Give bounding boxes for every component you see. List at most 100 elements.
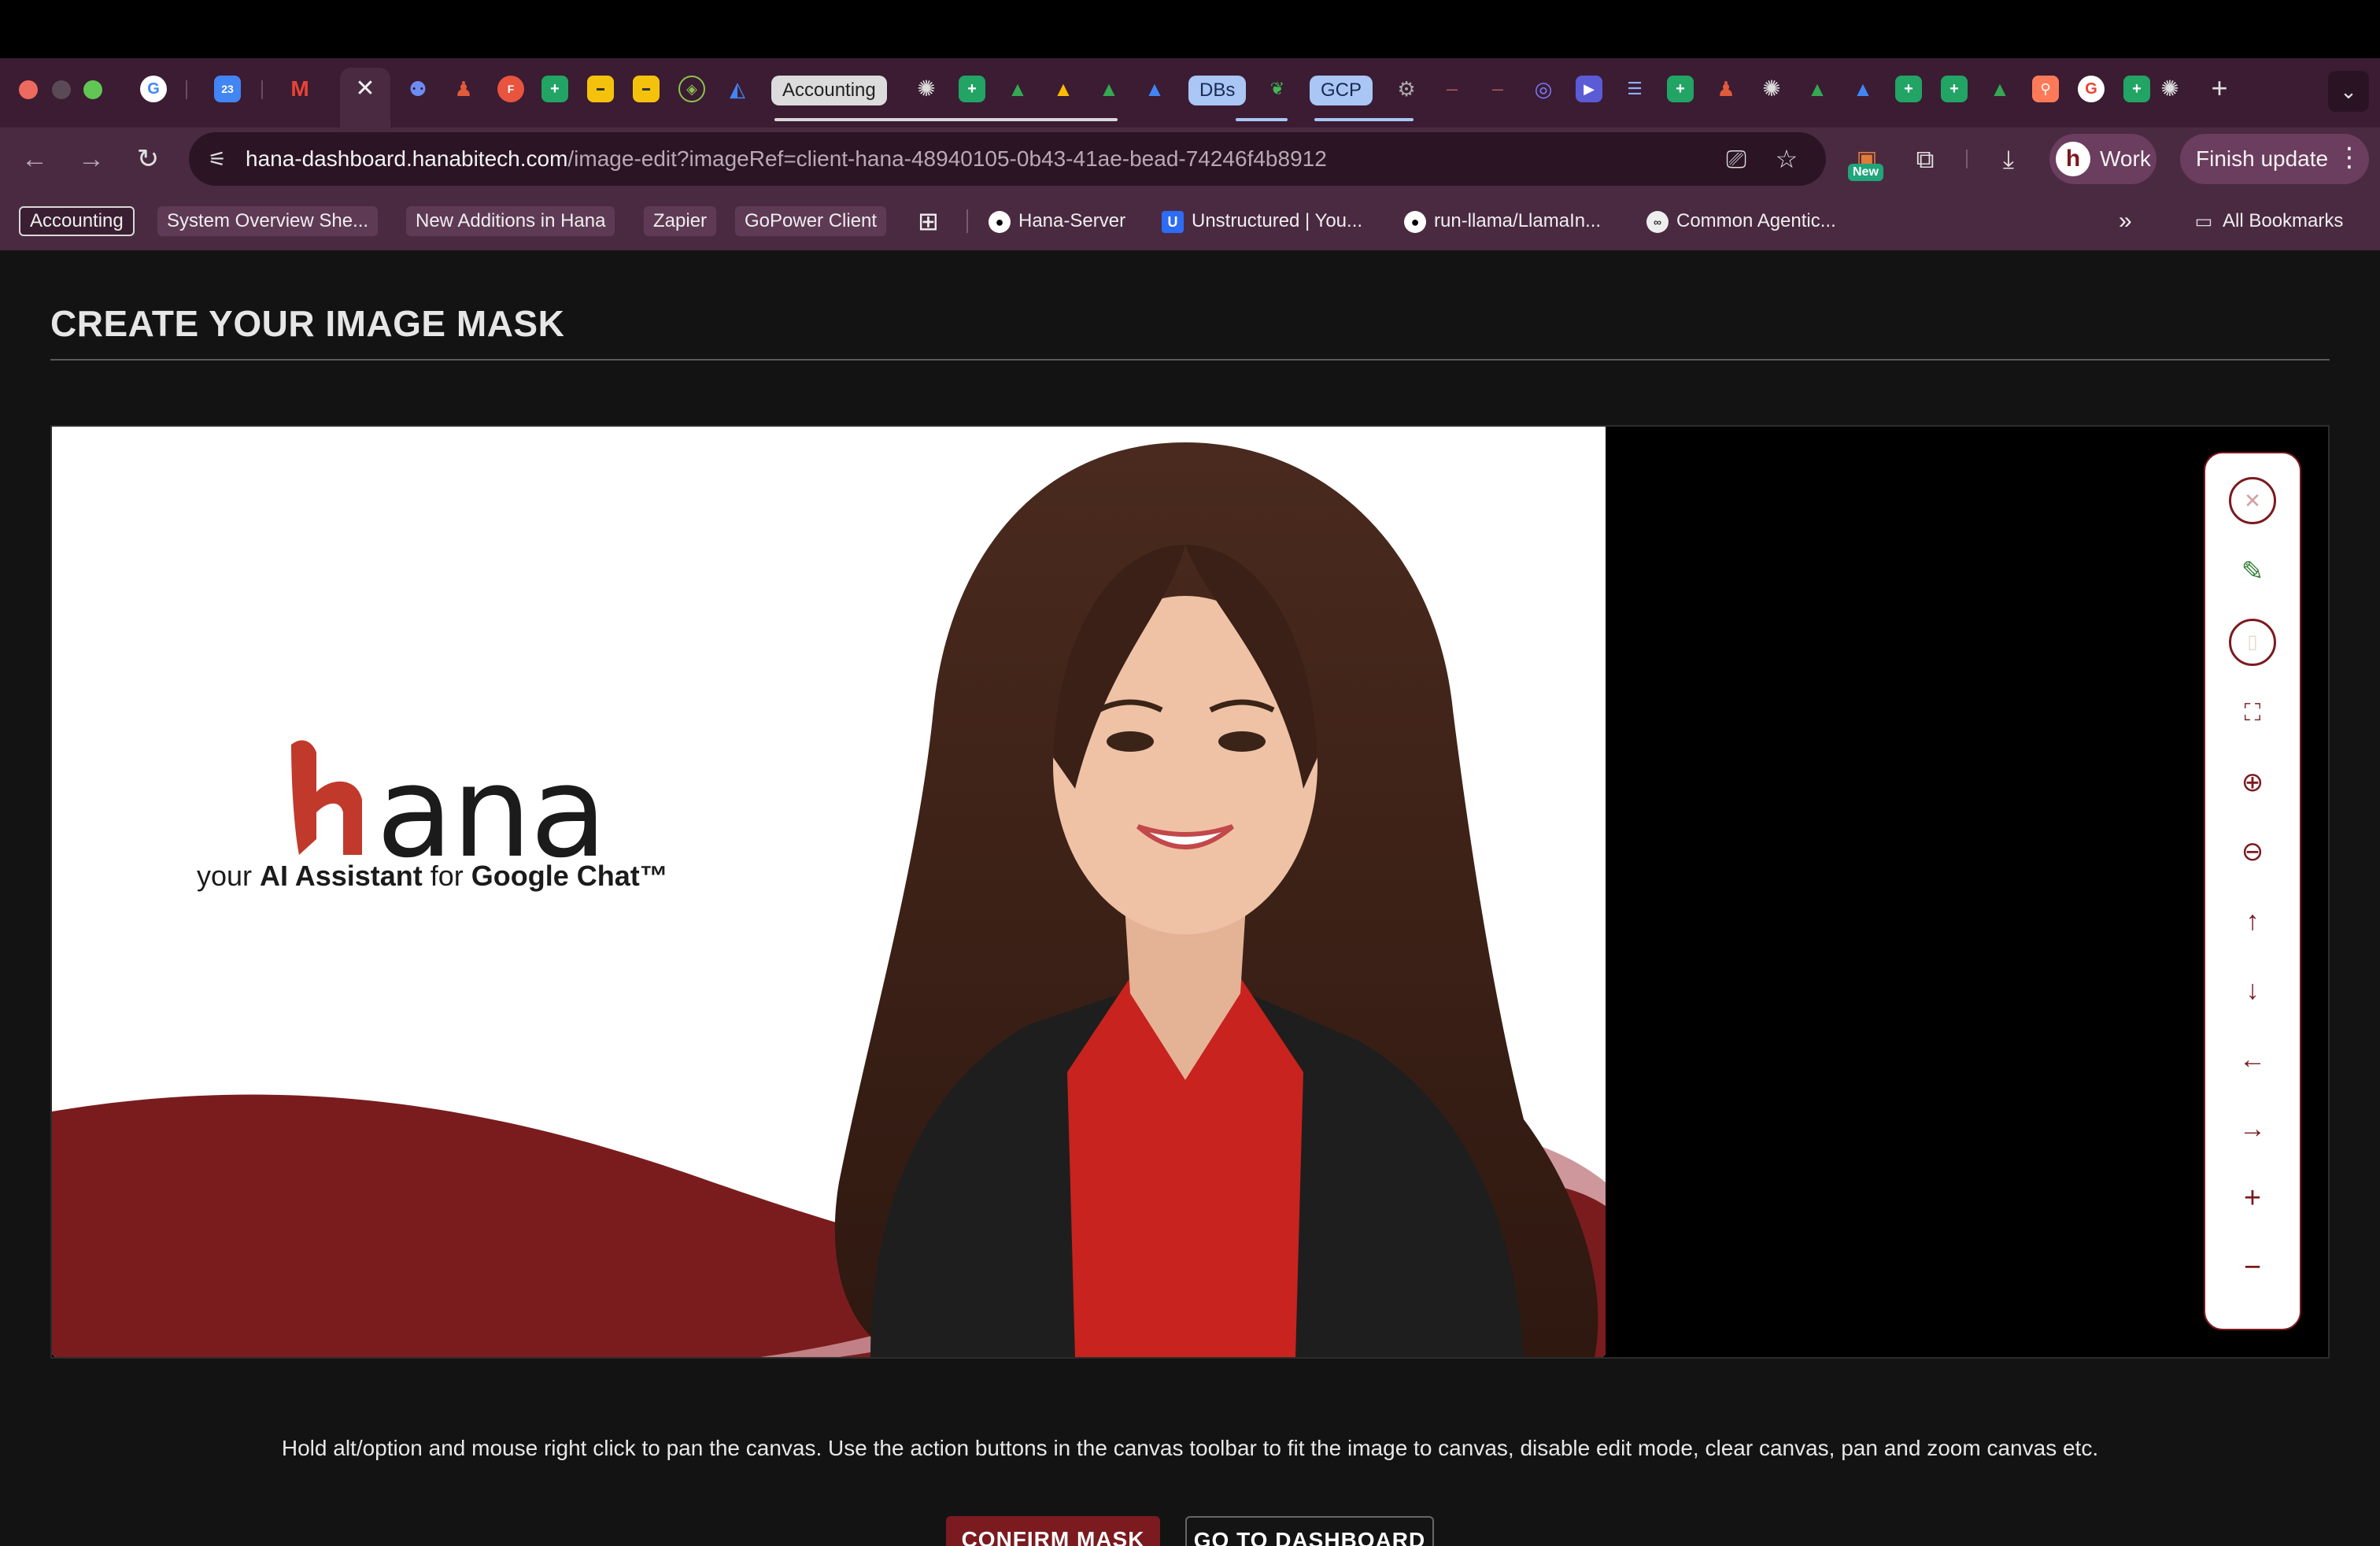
clear-eraser-icon[interactable]: ▯ <box>2229 619 2276 666</box>
tab-sheets-icon[interactable]: + <box>1941 76 1968 102</box>
brand-tagline: your AI Assistant for Google Chat™ <box>197 860 668 893</box>
brand-wordmark: ana <box>376 738 607 886</box>
tab-dash-icon[interactable]: — <box>1439 76 1465 102</box>
canvas-image[interactable]: ana your AI Assistant for Google Chat™ <box>52 427 1606 1357</box>
tab-note-icon[interactable]: ▬ <box>633 76 660 102</box>
tab-list-icon[interactable]: ☰ <box>1621 76 1648 102</box>
tagline-bold-ai: AI Assistant <box>260 860 423 892</box>
tab-dbs[interactable]: DBs <box>1188 76 1247 105</box>
active-tab-close-icon[interactable]: ✕ <box>353 76 378 102</box>
tab-drive-icon[interactable]: ▲ <box>1141 76 1168 102</box>
zoom-out-icon[interactable]: ⊖ <box>2229 828 2276 875</box>
bookmark-llamaindex[interactable]: ● run-llama/LlamaIn... <box>1404 206 1601 236</box>
all-bookmarks-label: All Bookmarks <box>2223 210 2344 231</box>
close-circle-icon[interactable]: ✕ <box>2229 477 2276 524</box>
tab-gmail-icon[interactable]: M <box>286 76 313 102</box>
tab-people-icon[interactable]: ⚉ <box>405 76 431 102</box>
tab-figure-icon[interactable]: ♟ <box>450 76 477 102</box>
zoom-in-icon[interactable]: ⊕ <box>2229 759 2276 806</box>
confirm-mask-button[interactable]: CONFIRM MASK <box>946 1516 1160 1546</box>
tab-google-icon[interactable]: G <box>2078 76 2105 102</box>
tab-note-icon[interactable]: ▬ <box>587 76 614 102</box>
page-title: CREATE YOUR IMAGE MASK <box>50 303 565 344</box>
tab-group-underline <box>774 118 1118 121</box>
pan-left-icon[interactable]: ← <box>2229 1036 2276 1083</box>
tab-group-underline <box>1314 118 1414 121</box>
tab-drive-icon[interactable]: ▲ <box>1004 76 1031 102</box>
new-badge: New <box>1848 164 1883 181</box>
title-divider <box>50 359 2330 361</box>
bookmark-gopower-client[interactable]: GoPower Client <box>735 206 887 236</box>
tab-sheets-icon[interactable]: + <box>1895 76 1922 102</box>
reload-button[interactable]: ↻ <box>131 142 165 176</box>
tab-sheets-icon[interactable]: + <box>1667 76 1694 102</box>
new-tab-button[interactable]: + <box>2204 72 2235 104</box>
bookmark-unstructured[interactable]: U Unstructured | You... <box>1162 206 1362 236</box>
tab-shield-icon[interactable]: ◈ <box>678 76 705 102</box>
tab-drive-icon[interactable]: ◭ <box>724 76 751 102</box>
brush-plus-icon[interactable]: + <box>2229 1174 2276 1222</box>
all-bookmarks-button[interactable]: ▭ All Bookmarks <box>2193 206 2344 236</box>
tab-openai-icon[interactable]: ✺ <box>913 76 940 102</box>
url-path: /image-edit?imageRef=client-hana-4894010… <box>567 146 1327 171</box>
tab-gear-icon[interactable]: ⚙ <box>1393 76 1420 102</box>
bookmark-system-overview[interactable]: System Overview She... <box>157 206 379 236</box>
bookmark-label: Common Agentic... <box>1676 210 1836 231</box>
bookmark-star-icon[interactable]: ☆ <box>1771 143 1802 175</box>
tab-hubspot-icon[interactable]: ⚲ <box>2032 76 2059 102</box>
bookmark-common-agentic[interactable]: ∞ Common Agentic... <box>1646 206 1836 236</box>
window-close-button[interactable] <box>19 80 38 99</box>
downloads-icon[interactable]: ⤓ <box>1990 140 2027 178</box>
tab-swirl-icon[interactable]: ◎ <box>1530 76 1557 102</box>
tab-gcp[interactable]: GCP <box>1310 76 1373 105</box>
bookmark-new-additions[interactable]: New Additions in Hana <box>406 206 615 236</box>
extensions-puzzle-icon[interactable]: ⧉ <box>1906 140 1944 178</box>
brush-minus-icon[interactable]: − <box>2229 1244 2276 1291</box>
window-minimize-button[interactable] <box>52 80 71 99</box>
edit-pencil-icon[interactable]: ✎ <box>2229 548 2276 595</box>
bookmark-zapier[interactable]: Zapier <box>644 206 717 236</box>
pan-down-icon[interactable]: ↓ <box>2229 967 2276 1014</box>
tab-search-menu-button[interactable]: ⌄ <box>2328 71 2369 112</box>
profile-label: Work <box>2100 146 2151 171</box>
tab-drive-icon[interactable]: ▲ <box>1096 76 1122 102</box>
screen-top-bar <box>0 0 2380 58</box>
tab-drive-icon[interactable]: ▲ <box>1986 76 2013 102</box>
install-app-icon[interactable]: ⎚ <box>1720 143 1752 175</box>
window-zoom-button[interactable] <box>83 80 102 99</box>
tab-sheets-icon[interactable]: + <box>959 76 985 102</box>
tab-openai-icon[interactable]: ✺ <box>2156 76 2183 102</box>
tab-google-icon[interactable]: G <box>140 76 167 102</box>
url-text[interactable]: hana-dashboard.hanabitech.com/image-edit… <box>246 143 1327 175</box>
toolbar-separator <box>1966 150 1968 168</box>
tab-dash-icon[interactable]: — <box>1484 76 1511 102</box>
github-icon: ● <box>1404 210 1426 233</box>
bookmarks-overflow-icon[interactable]: » <box>2119 206 2132 236</box>
more-menu-icon[interactable]: ⋮ <box>2336 142 2363 173</box>
bookmark-accounting[interactable]: Accounting <box>19 206 135 236</box>
tab-separator <box>186 80 187 99</box>
apps-grid-icon[interactable]: ⊞ <box>918 206 939 236</box>
tab-calendar-icon[interactable]: 23 <box>214 76 241 102</box>
tab-sheets-icon[interactable]: + <box>2123 76 2150 102</box>
tab-openai-icon[interactable]: ✺ <box>1758 76 1785 102</box>
bookmark-hana-server[interactable]: ● Hana-Server <box>989 206 1125 236</box>
tab-sheets-icon[interactable]: + <box>541 76 568 102</box>
tab-app-icon[interactable]: F <box>497 76 524 102</box>
back-button[interactable]: ← <box>17 142 52 176</box>
fit-screen-icon[interactable]: ⛶ <box>2229 690 2276 737</box>
pan-right-icon[interactable]: → <box>2229 1105 2276 1152</box>
tab-accounting[interactable]: Accounting <box>771 76 887 105</box>
site-info-icon[interactable]: ⚟ <box>203 145 231 173</box>
tab-figure-icon[interactable]: ♟ <box>1713 76 1739 102</box>
tab-drive-icon[interactable]: ▲ <box>1804 76 1831 102</box>
go-to-dashboard-button[interactable]: GO TO DASHBOARD <box>1185 1516 1434 1546</box>
tab-drive-icon[interactable]: ▲ <box>1050 76 1077 102</box>
tab-drive-icon[interactable]: ▲ <box>1850 76 1876 102</box>
eye-shape <box>1218 731 1266 752</box>
tagline-bold-google: Google Chat™ <box>471 860 668 892</box>
tab-video-icon[interactable]: ▶ <box>1576 76 1602 102</box>
forward-button[interactable]: → <box>74 142 109 176</box>
tab-mongodb-icon[interactable]: ❦ <box>1264 76 1291 102</box>
pan-up-icon[interactable]: ↑ <box>2229 897 2276 945</box>
